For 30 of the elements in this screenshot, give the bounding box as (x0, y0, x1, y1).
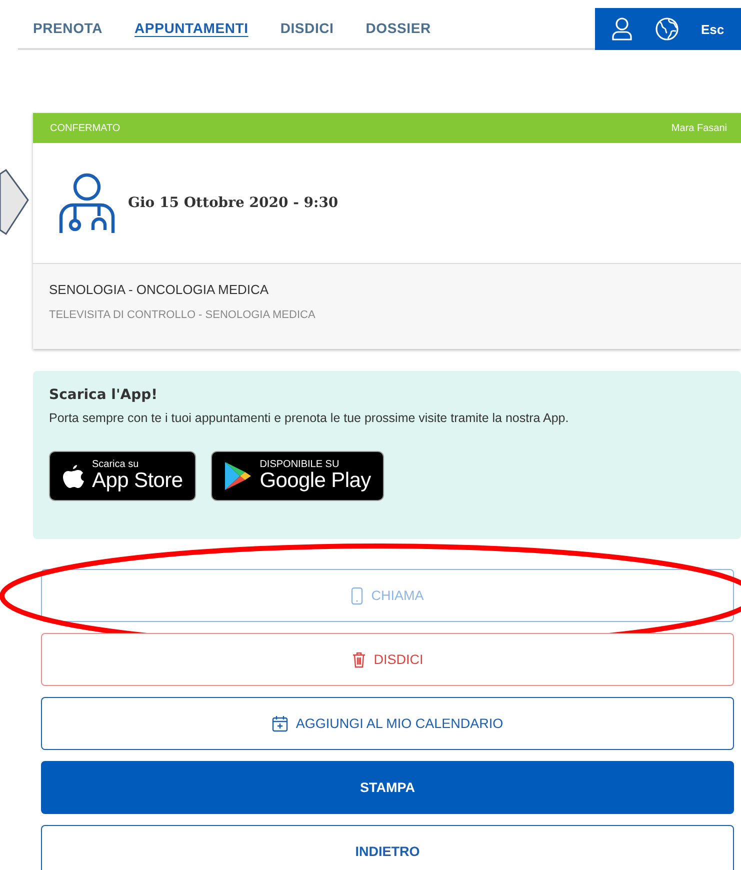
promo-text: Porta sempre con te i tuoi appuntamenti e prenota le tue prossime visite tramite la nostra App. (49, 411, 570, 425)
badge-caption: Scarica su (92, 460, 140, 470)
user-icon[interactable] (611, 17, 633, 41)
logout-link[interactable]: Esc (701, 22, 724, 36)
action-button[interactable]: INDIETRO (41, 825, 734, 870)
appointment-datetime: Gio 15 Ottobre 2020 - 9:30 (128, 195, 338, 211)
apple-icon (62, 463, 84, 489)
nav-tab[interactable]: DISDICI (280, 20, 334, 36)
phone-icon (351, 586, 364, 604)
nav-tab[interactable]: APPUNTAMENTI (134, 20, 248, 36)
doctor-icon (58, 172, 116, 234)
action-button[interactable]: STAMPA (41, 761, 734, 814)
trash-icon (352, 652, 366, 668)
badge-store-name: Google Play (260, 470, 371, 492)
calendar-add-icon (272, 715, 288, 732)
visit-type-text: TELEVISITA DI CONTROLLO - SENOLOGIA MEDICA (49, 309, 316, 321)
status-label: CONFERMATO (50, 122, 120, 134)
store-badge[interactable]: Scarica su App Store (49, 451, 196, 501)
play-icon (224, 461, 252, 491)
action-button[interactable]: DISDICI (41, 633, 734, 686)
nav-tab[interactable]: PRENOTA (33, 20, 103, 36)
globe-icon[interactable] (655, 17, 679, 41)
nav-tab[interactable]: DOSSIER (366, 20, 431, 36)
badge-store-name: App Store (92, 470, 183, 492)
badge-caption: DISPONIBILE SU (260, 460, 340, 470)
promo-title: Scarica l'App! (49, 387, 158, 403)
store-badge[interactable]: DISPONIBILE SU Google Play (210, 451, 384, 501)
patient-name: Mara Fasani (671, 122, 727, 134)
action-button[interactable]: AGGIUNGI AL MIO CALENDARIO (41, 697, 734, 750)
specialty-text: SENOLOGIA - ONCOLOGIA MEDICA (49, 282, 270, 297)
